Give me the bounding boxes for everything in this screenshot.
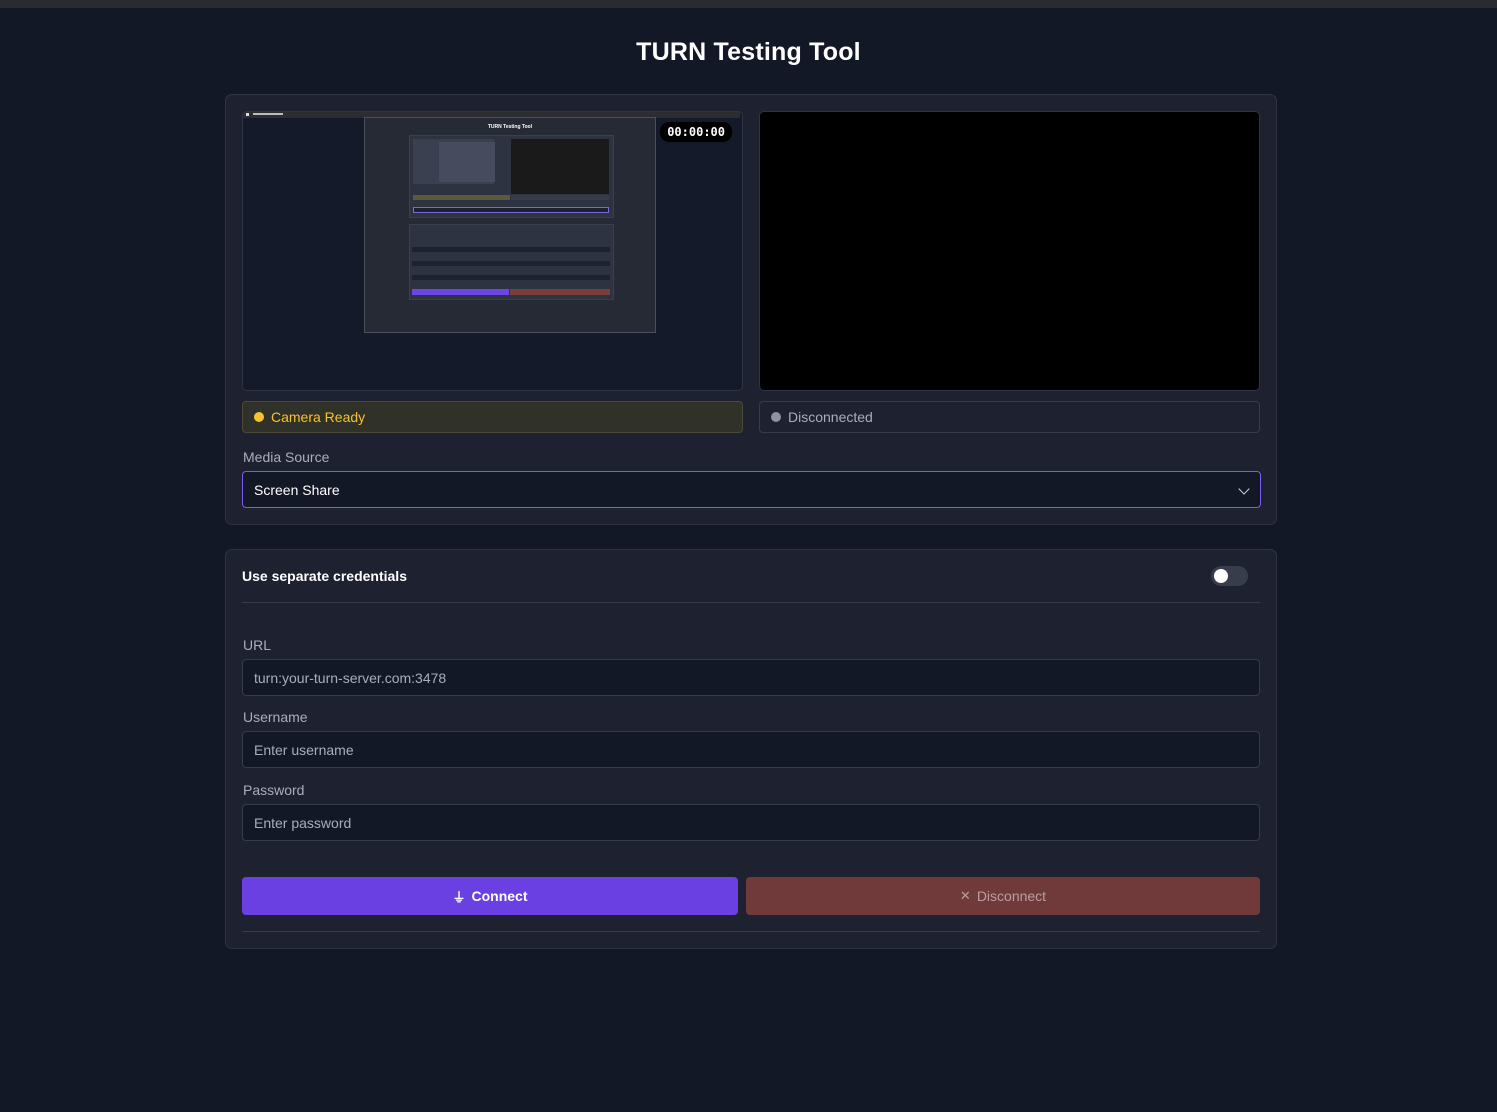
connect-label: Connect [471, 888, 528, 904]
close-icon: ✕ [959, 888, 971, 903]
password-field[interactable]: Enter password [242, 804, 1260, 841]
divider [242, 931, 1260, 932]
media-card: TURN Testing Tool 00:00:00 Camera Ready [225, 94, 1277, 525]
url-field[interactable]: turn:your-turn-server.com:3478 [242, 659, 1260, 696]
shared-screen-credentials-card [409, 224, 614, 300]
browser-top-strip [0, 0, 1497, 8]
separate-credentials-toggle[interactable] [1211, 566, 1248, 586]
status-dot-icon [771, 412, 781, 422]
media-source-label: Media Source [243, 449, 330, 465]
url-placeholder: turn:your-turn-server.com:3478 [254, 669, 447, 686]
page-title: TURN Testing Tool [636, 38, 861, 66]
separate-credentials-label: Use separate credentials [242, 568, 407, 584]
url-label: URL [243, 637, 272, 653]
shared-screen-title: TURN Testing Tool [487, 124, 533, 130]
username-label: Username [243, 709, 308, 725]
password-label: Password [243, 782, 305, 798]
local-status-text: Camera Ready [271, 409, 366, 425]
connect-button[interactable]: ⏚ Connect [242, 877, 738, 915]
recording-timer: 00:00:00 [660, 122, 732, 142]
username-placeholder: Enter username [254, 741, 354, 758]
disconnect-button[interactable]: ✕ Disconnect [746, 877, 1260, 915]
chevron-down-icon [1238, 483, 1250, 495]
remote-status-badge: Disconnected [759, 401, 1260, 433]
media-source-value: Screen Share [254, 481, 340, 498]
shared-screen-preview: TURN Testing Tool [364, 117, 656, 333]
media-source-select[interactable]: Screen Share [242, 471, 1261, 508]
shared-screen-media-card [409, 135, 614, 218]
password-placeholder: Enter password [254, 814, 352, 831]
divider [242, 602, 1260, 603]
status-dot-icon [254, 412, 264, 422]
remote-video [759, 111, 1260, 391]
disconnect-label: Disconnect [976, 888, 1047, 904]
toggle-knob [1214, 569, 1228, 583]
plug-icon: ⏚ [452, 889, 466, 905]
local-video: TURN Testing Tool 00:00:00 [242, 111, 743, 391]
credentials-card: Use separate credentials URL turn:your-t… [225, 549, 1277, 949]
local-status-badge: Camera Ready [242, 401, 743, 433]
username-field[interactable]: Enter username [242, 731, 1260, 768]
remote-status-text: Disconnected [788, 409, 873, 425]
